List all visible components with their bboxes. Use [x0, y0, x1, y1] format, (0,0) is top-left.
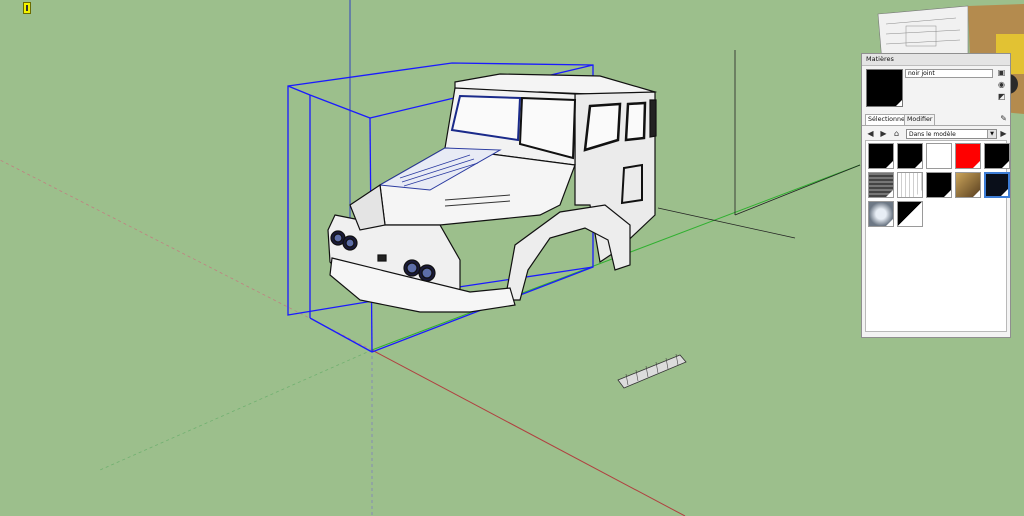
truck-cab-model[interactable]	[327, 73, 658, 313]
material-swatch-dark-blue-black[interactable]	[984, 172, 1010, 198]
back-arrow-icon[interactable]: ◀	[866, 129, 875, 139]
material-swatch-grey-texture[interactable]	[868, 172, 894, 198]
eyedropper-icon[interactable]: ✎	[1000, 114, 1007, 124]
material-swatch-black[interactable]	[984, 143, 1010, 169]
create-material-icon[interactable]: ▣	[997, 68, 1006, 77]
material-swatch-blueprint-texture[interactable]	[897, 172, 923, 198]
current-material-swatch	[866, 69, 903, 107]
panel-title: Matières	[862, 54, 1010, 66]
chevron-down-icon[interactable]: ▼	[987, 130, 996, 138]
material-swatch-black[interactable]	[926, 172, 952, 198]
paint-bucket-icon[interactable]: ◉	[997, 80, 1006, 89]
material-swatch-photo-texture[interactable]	[955, 172, 981, 198]
material-swatch-chrome-texture[interactable]	[868, 201, 894, 227]
cursor-tooltip-icon	[23, 2, 31, 14]
tab-edit[interactable]: Modifier	[904, 114, 936, 125]
material-name-input[interactable]	[905, 69, 993, 78]
details-arrow-icon[interactable]: ▶	[999, 129, 1008, 139]
material-swatch-red[interactable]	[955, 143, 981, 169]
material-swatch-black[interactable]	[868, 143, 894, 169]
material-swatch-white[interactable]	[926, 143, 952, 169]
collection-select[interactable]: Dans le modèle ▼	[906, 129, 997, 139]
green-axis-negative	[99, 349, 373, 471]
material-swatch-black[interactable]	[897, 143, 923, 169]
material-grid[interactable]	[865, 140, 1010, 332]
forward-arrow-icon[interactable]: ▶	[879, 129, 888, 139]
materials-panel[interactable]: Matières ▣ ◉ ◩ Sélectionner Modifier ✎ ◀…	[861, 53, 1011, 338]
material-swatch-black-white[interactable]	[897, 201, 923, 227]
modeling-viewport[interactable]: Matières ▣ ◉ ◩ Sélectionner Modifier ✎ ◀…	[0, 0, 1024, 516]
default-material-icon[interactable]: ◩	[997, 92, 1006, 101]
ladder-component[interactable]	[617, 353, 687, 389]
guide-lines	[657, 50, 861, 239]
home-icon[interactable]: ⌂	[892, 129, 901, 139]
collection-label: Dans le modèle	[909, 131, 956, 138]
